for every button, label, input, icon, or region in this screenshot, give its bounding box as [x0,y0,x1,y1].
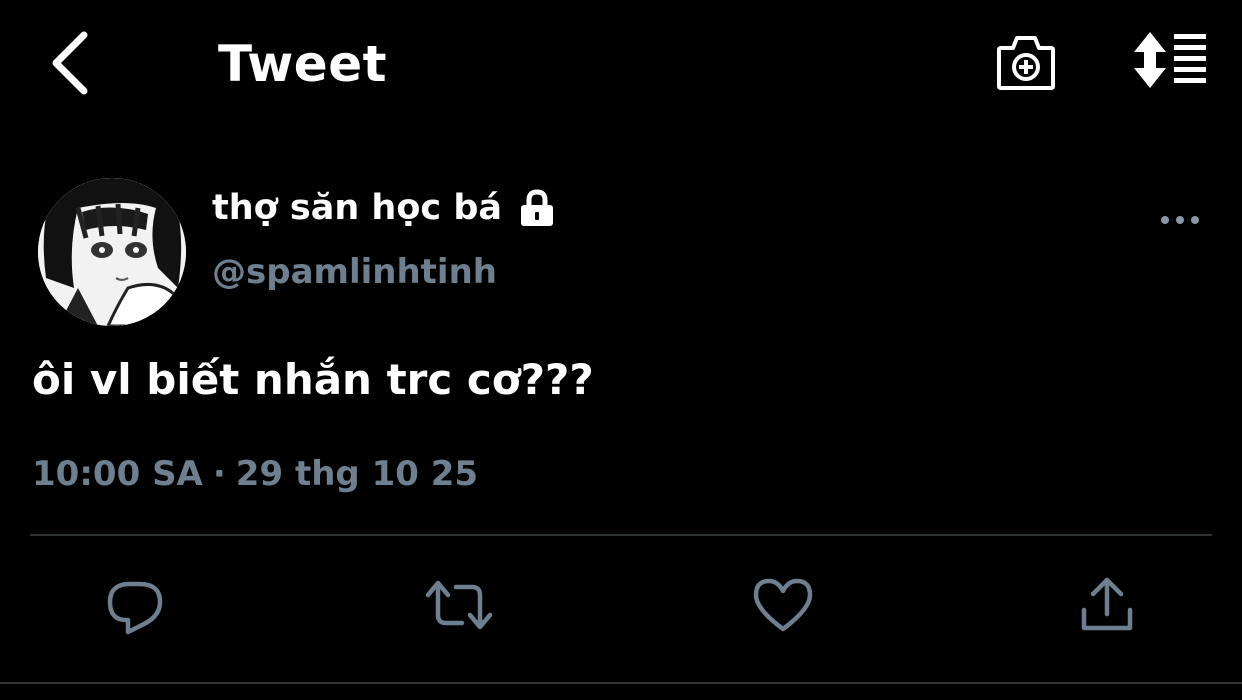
author-display-name[interactable]: thợ săn học bá [212,186,556,230]
retweet-button[interactable] [424,570,494,640]
tweet-date: 29 thg 10 25 [235,454,479,494]
top-bar: Tweet [0,0,1242,130]
lock-icon [521,189,553,226]
heart-icon [753,578,813,632]
bottom-divider [0,682,1242,684]
share-icon [1081,577,1133,631]
share-button[interactable] [1072,570,1142,640]
more-options-button[interactable] [1150,200,1210,240]
sort-lines-icon [1134,32,1206,88]
display-name-text: thợ săn học bá [212,188,502,228]
camera-button[interactable] [992,30,1060,94]
retweet-icon [425,580,493,630]
chevron-left-icon [52,31,88,95]
sort-button[interactable] [1128,28,1212,92]
reply-icon [107,581,163,635]
reply-button[interactable] [100,570,170,640]
tweet-time: 10:00 SA [32,454,203,494]
divider [30,534,1212,536]
author-handle[interactable]: @spamlinhtinh [212,250,497,294]
tweet-text: ôi vl biết nhắn trc cơ??? [32,355,594,404]
back-button[interactable] [40,28,100,98]
more-horizontal-icon [1161,216,1199,224]
timestamp-separator: · [212,454,226,494]
like-button[interactable] [748,570,818,640]
avatar[interactable] [38,178,186,326]
camera-plus-icon [997,36,1055,90]
avatar-image [38,178,186,326]
tweet-timestamp: 10:00 SA · 29 thg 10 25 [32,452,478,496]
page-title: Tweet [218,35,388,93]
